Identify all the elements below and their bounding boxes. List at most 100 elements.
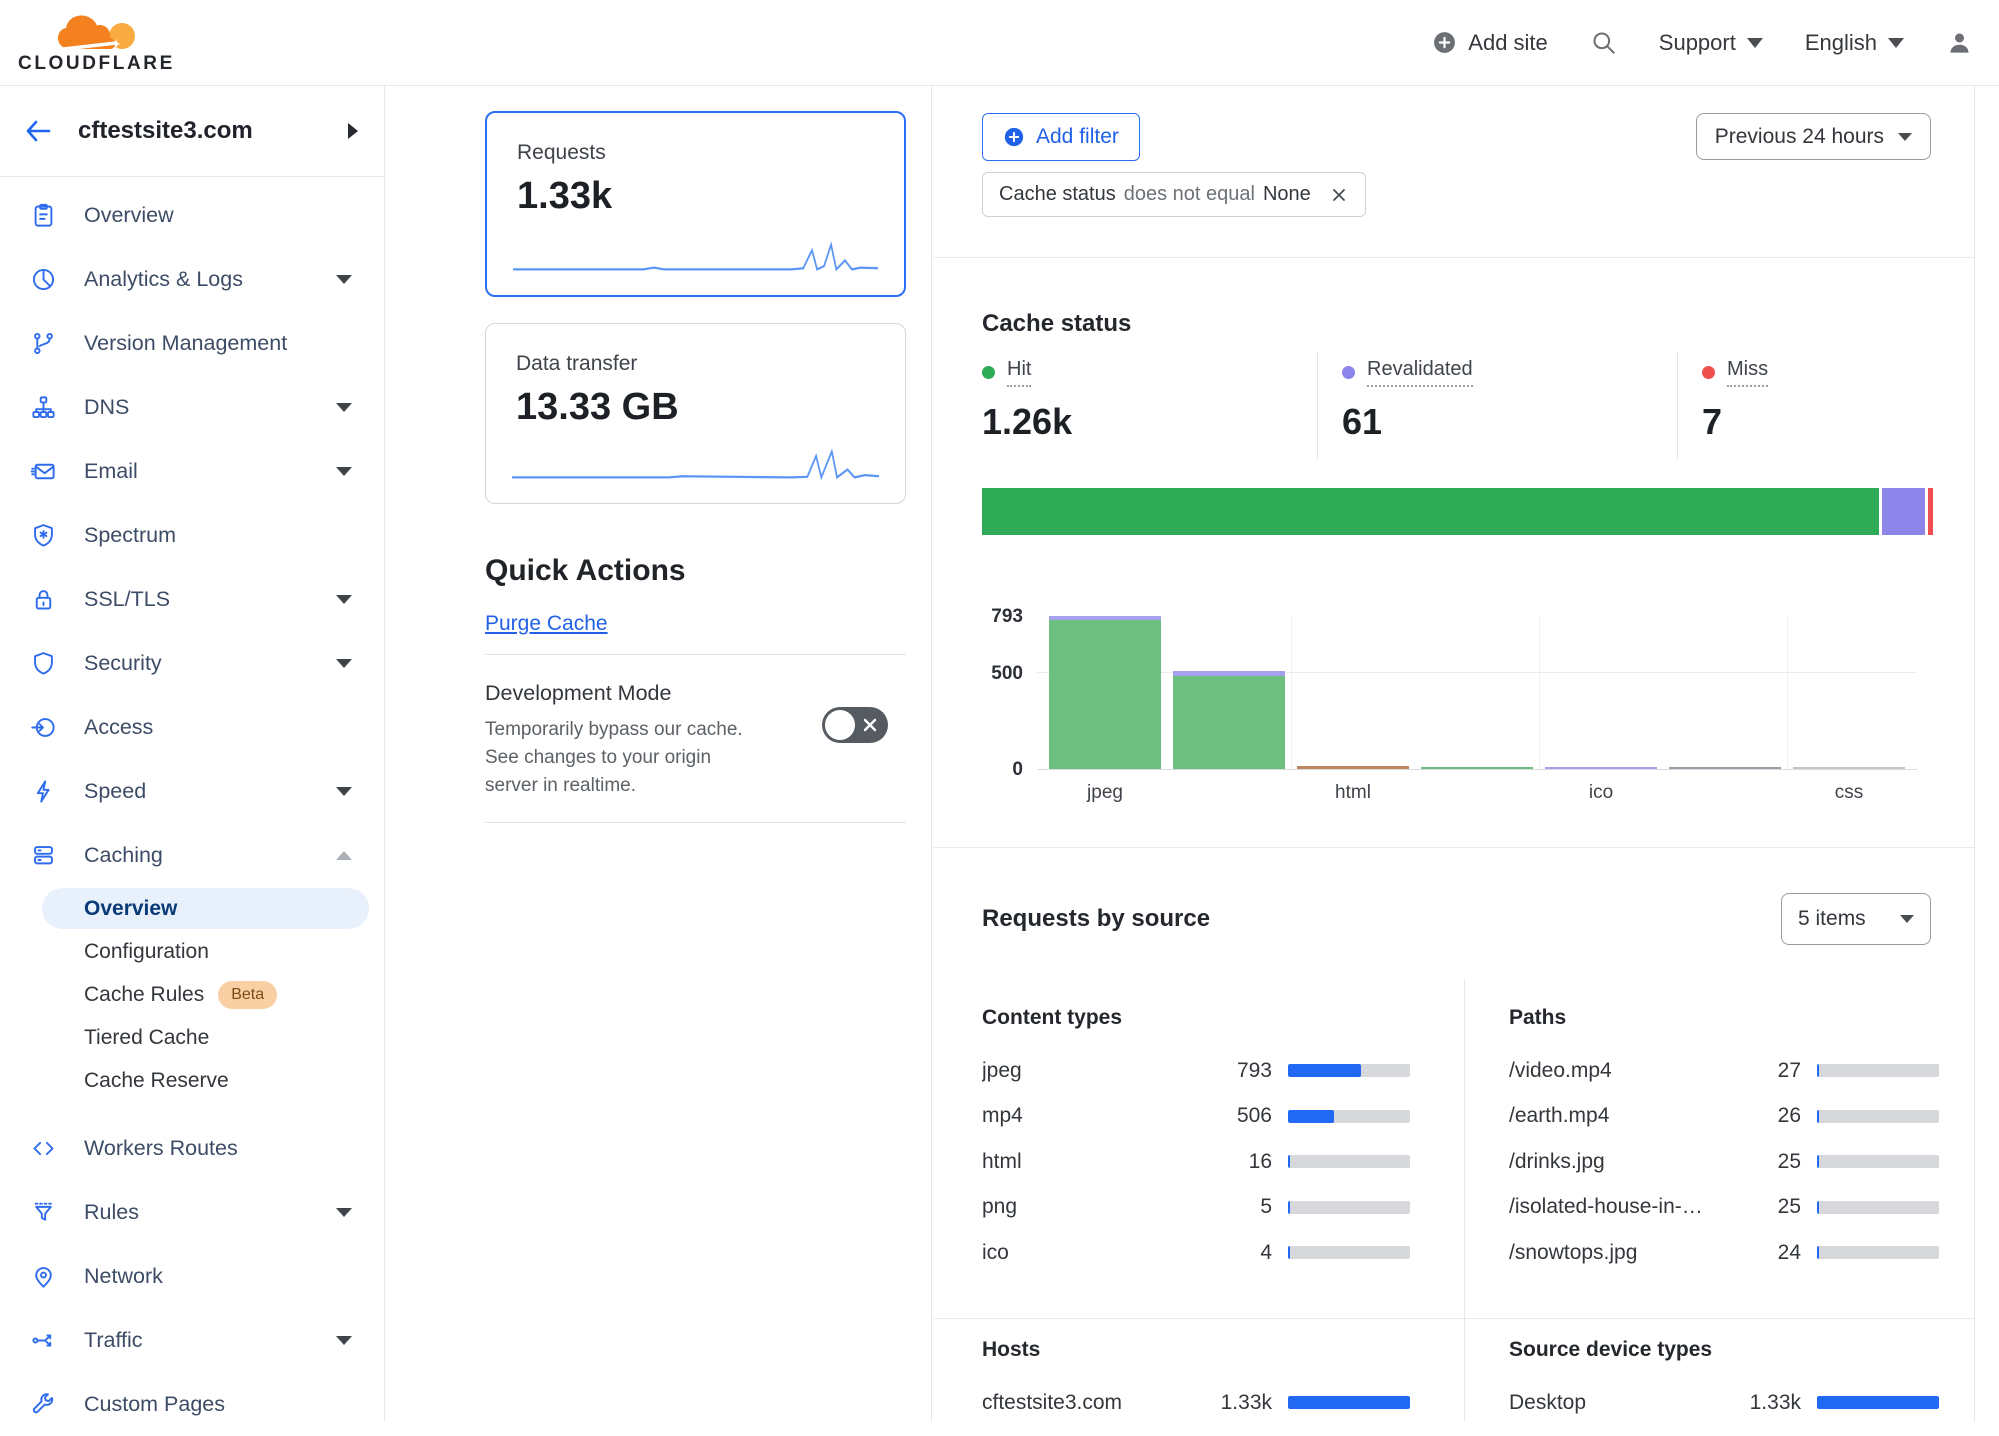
data-transfer-metric-card[interactable]: Data transfer 13.33 GB [485, 323, 906, 504]
hosts-title: Hosts [982, 1338, 1410, 1362]
divider [933, 1318, 1974, 1319]
sidebar-item-email[interactable]: Email [0, 439, 384, 503]
paths-title: Paths [1509, 1006, 1939, 1030]
sidebar-item-version-management[interactable]: Version Management [0, 311, 384, 375]
stat-row[interactable]: html16 [982, 1139, 1410, 1185]
sidebar-item-label: Analytics & Logs [84, 267, 336, 292]
cache-status-segment-revalidated[interactable] [1882, 488, 1925, 535]
traffic-icon [30, 1327, 57, 1354]
add-site-button[interactable]: Add site [1432, 30, 1548, 56]
sidebar-item-overview[interactable]: Overview [0, 183, 384, 247]
remove-filter-button[interactable] [1329, 185, 1349, 205]
add-filter-button[interactable]: Add filter [982, 113, 1140, 161]
chip-operator: does not equal [1124, 183, 1255, 206]
stat-value: 27 [1729, 1059, 1801, 1083]
pie-chart-icon [30, 266, 57, 293]
sidebar-subitem-tiered-cache[interactable]: Tiered Cache [0, 1016, 384, 1059]
legend-label[interactable]: Revalidated [1367, 358, 1473, 387]
chevron-down-icon [336, 403, 352, 412]
stat-row[interactable]: /earth.mp426 [1509, 1094, 1939, 1140]
account-menu[interactable] [1946, 29, 1973, 56]
dev-mode-toggle[interactable] [822, 707, 888, 743]
stat-bar-fill [1817, 1246, 1819, 1259]
filter-chip[interactable]: Cache status does not equal None [982, 172, 1366, 217]
stat-row[interactable]: Desktop1.33k [1509, 1380, 1939, 1426]
bar-html[interactable] [1297, 766, 1409, 769]
stat-row[interactable]: png5 [982, 1185, 1410, 1231]
chevron-down-icon [336, 595, 352, 604]
metric-label: Data transfer [516, 352, 875, 376]
stat-row[interactable]: /isolated-house-in-mo...25 [1509, 1185, 1939, 1231]
stat-row[interactable]: /video.mp427 [1509, 1048, 1939, 1094]
sidebar-subitem-cache-reserve[interactable]: Cache Reserve [0, 1059, 384, 1102]
sidebar-item-spectrum[interactable]: Spectrum [0, 503, 384, 567]
sidebar-item-custom-pages[interactable]: Custom Pages [0, 1372, 384, 1436]
sidebar-item-analytics-logs[interactable]: Analytics & Logs [0, 247, 384, 311]
support-menu[interactable]: Support [1659, 30, 1763, 56]
search-button[interactable] [1590, 29, 1617, 56]
sidebar-item-label: Version Management [84, 331, 352, 356]
bar-ico[interactable] [1545, 767, 1657, 769]
stat-value: 4 [1200, 1241, 1272, 1265]
sidebar-item-ssl-tls[interactable]: SSL/TLS [0, 567, 384, 631]
sidebar-item-label: Caching [84, 843, 336, 868]
bar-other[interactable] [1669, 767, 1781, 769]
sidebar-subitem-overview[interactable]: Overview [0, 887, 384, 930]
legend-label[interactable]: Hit [1007, 358, 1031, 387]
quick-actions-title: Quick Actions [485, 554, 905, 588]
purge-cache-link[interactable]: Purge Cache [485, 612, 608, 636]
email-icon [30, 458, 57, 485]
metrics-column: Requests 1.33k Data transfer 13.33 GB Qu… [385, 86, 932, 1422]
caching-subnav: OverviewConfigurationCache RulesBetaTier… [0, 887, 384, 1102]
stat-value: 1.33k [1200, 1391, 1272, 1415]
sidebar-item-label: Security [84, 651, 336, 676]
support-label: Support [1659, 30, 1736, 56]
sidebar-subitem-cache-rules[interactable]: Cache RulesBeta [0, 973, 384, 1016]
bar-mp4[interactable] [1173, 671, 1285, 769]
requests-metric-card[interactable]: Requests 1.33k [485, 111, 906, 297]
dev-mode-description: Temporarily bypass our cache. See change… [485, 716, 757, 800]
cloudflare-logo[interactable]: CLOUDFLARE [18, 13, 175, 75]
sidebar-item-caching[interactable]: Caching [0, 823, 384, 887]
stat-label: cftestsite3.com [982, 1391, 1200, 1415]
bar-segment-hit [1173, 676, 1285, 769]
sidebar-subitem-configuration[interactable]: Configuration [0, 930, 384, 973]
back-arrow-icon[interactable] [24, 117, 52, 145]
time-range-value: Previous 24 hours [1715, 125, 1884, 149]
sidebar-item-label: Traffic [84, 1328, 336, 1353]
stat-row[interactable]: ico4 [982, 1230, 1410, 1276]
stat-label: /earth.mp4 [1509, 1104, 1729, 1128]
items-count-select[interactable]: 5 items [1781, 893, 1931, 945]
sidebar-item-security[interactable]: Security [0, 631, 384, 695]
sidebar-item-access[interactable]: Access [0, 695, 384, 759]
stat-value: 26 [1729, 1104, 1801, 1128]
sidebar-item-workers-routes[interactable]: Workers Routes [0, 1116, 384, 1180]
caret-right-icon[interactable] [348, 123, 358, 139]
stat-bar-fill [1817, 1396, 1939, 1409]
legend-label[interactable]: Miss [1727, 358, 1768, 387]
stat-row[interactable]: mp4506 [982, 1094, 1410, 1140]
cache-status-segment-miss[interactable] [1928, 488, 1933, 535]
language-menu[interactable]: English [1805, 30, 1904, 56]
stat-row[interactable]: /drinks.jpg25 [1509, 1139, 1939, 1185]
stat-row[interactable]: cftestsite3.com1.33k [982, 1380, 1410, 1426]
app-header: CLOUDFLARE Add site Support English [0, 0, 1999, 86]
bar-css[interactable] [1793, 767, 1905, 769]
bar-png[interactable] [1421, 767, 1533, 769]
metric-value: 13.33 GB [516, 386, 875, 429]
time-range-select[interactable]: Previous 24 hours [1696, 113, 1931, 160]
bar-jpeg[interactable] [1049, 616, 1161, 769]
stat-row[interactable]: /snowtops.jpg24 [1509, 1230, 1939, 1276]
sidebar-item-network[interactable]: Network [0, 1244, 384, 1308]
sidebar-item-traffic[interactable]: Traffic [0, 1308, 384, 1372]
cache-status-stacked-bar [982, 488, 1933, 535]
sidebar-item-speed[interactable]: Speed [0, 759, 384, 823]
divider [485, 822, 906, 823]
sidebar-item-dns[interactable]: DNS [0, 375, 384, 439]
sidebar-item-label: DNS [84, 395, 336, 420]
stat-row[interactable]: jpeg793 [982, 1048, 1410, 1094]
sidebar-item-label: SSL/TLS [84, 587, 336, 612]
analytics-panel: Add filter Cache status does not equal N… [932, 86, 1975, 1422]
sidebar-item-rules[interactable]: Rules [0, 1180, 384, 1244]
cache-status-segment-hit[interactable] [982, 488, 1879, 535]
